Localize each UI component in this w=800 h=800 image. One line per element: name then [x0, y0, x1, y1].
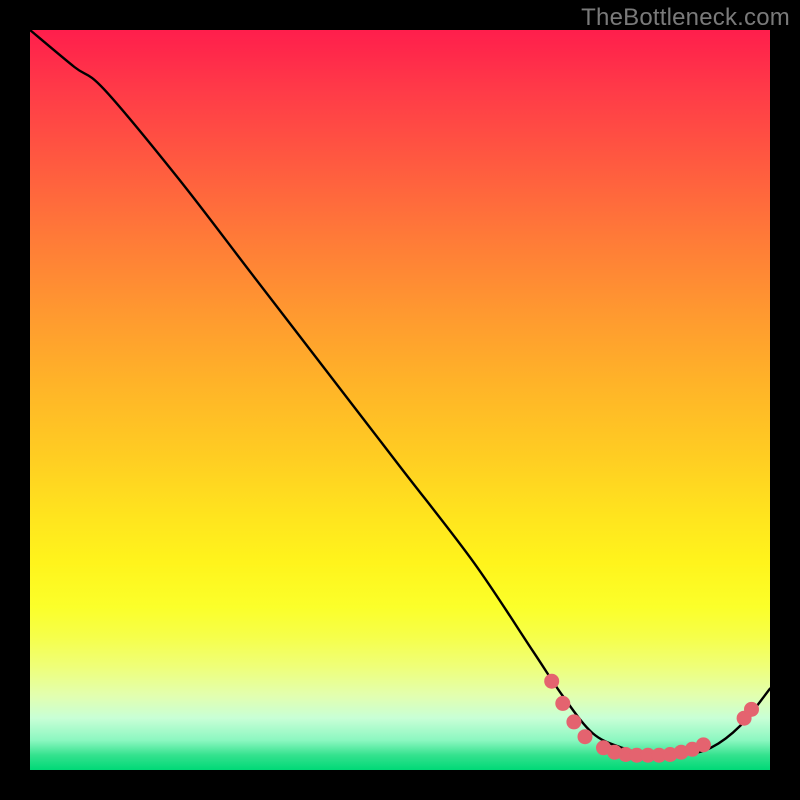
curve-marker: [578, 729, 593, 744]
chart-frame: TheBottleneck.com: [0, 0, 800, 800]
curve-marker: [544, 674, 559, 689]
curve-marker: [566, 714, 581, 729]
curve-marker: [555, 696, 570, 711]
curve-line: [30, 30, 770, 756]
curve-marker: [744, 702, 759, 717]
curve-marker: [696, 737, 711, 752]
chart-svg: [30, 30, 770, 770]
watermark-text: TheBottleneck.com: [581, 4, 790, 32]
curve-markers: [544, 674, 759, 763]
